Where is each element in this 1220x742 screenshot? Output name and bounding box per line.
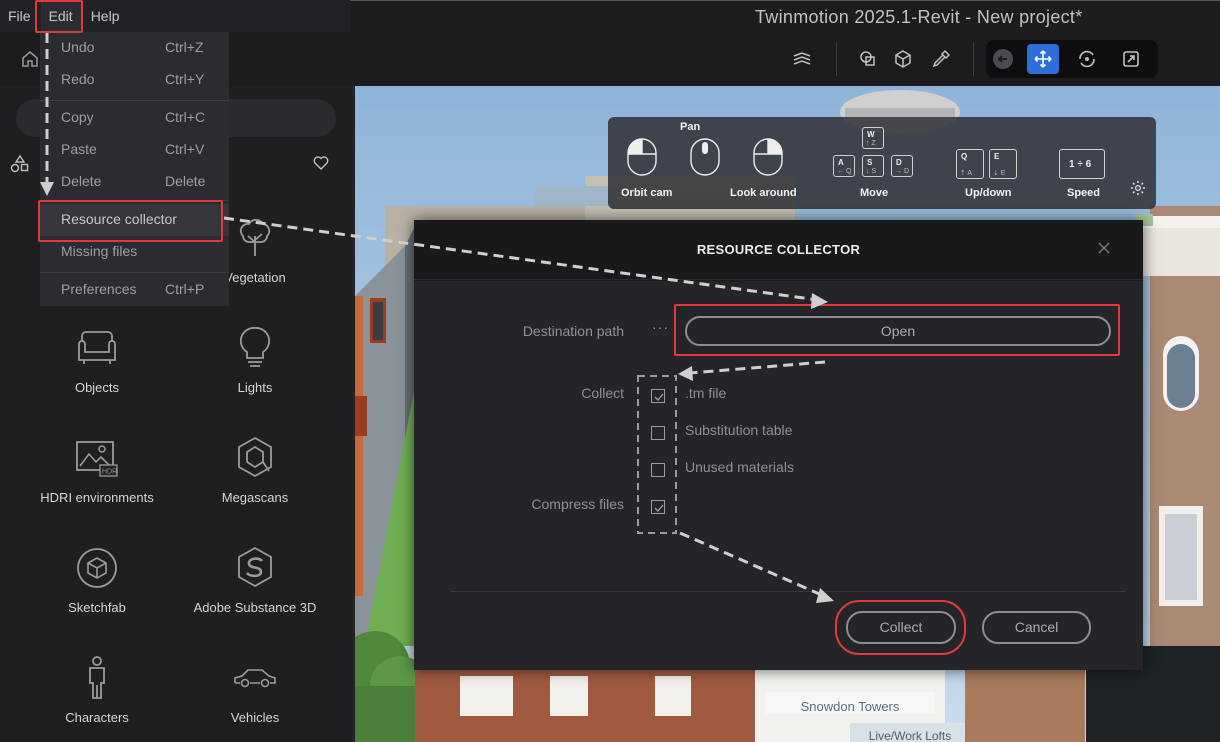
unused-materials-option-label: Unused materials: [685, 459, 794, 475]
library-tile-label: Objects: [74, 380, 120, 395]
dialog-title: RESOURCE COLLECTOR: [696, 242, 861, 257]
library-tile-megascans[interactable]: Megascans: [180, 432, 330, 532]
layers-icon[interactable]: [787, 44, 817, 74]
speed-key: 1 ÷ 6: [1059, 149, 1105, 179]
tm-file-option-label: .tm file: [685, 385, 727, 401]
library-tile-label: Vehicles: [230, 710, 280, 725]
annotation-open-path-highlight: [674, 304, 1120, 356]
fit-view-icon[interactable]: [1116, 44, 1146, 74]
compress-files-checkbox[interactable]: [651, 500, 665, 514]
collect-label: Collect: [581, 385, 624, 401]
back-arrow-icon[interactable]: [988, 44, 1018, 74]
person-icon: [22, 652, 172, 704]
nav-move-label: Move: [860, 187, 889, 199]
key-e: E ⇣ E: [989, 149, 1017, 179]
key-d: D → D: [891, 155, 913, 177]
window-title: Twinmotion 2025.1-Revit - New project*: [755, 7, 1083, 27]
heart-icon[interactable]: [312, 154, 330, 172]
title-bar: Twinmotion 2025.1-Revit - New project*: [350, 0, 1220, 32]
mouse-left-icon: [627, 138, 657, 176]
library-tile-sketchfab[interactable]: Sketchfab: [22, 542, 172, 642]
mouse-right-icon: [753, 138, 783, 176]
move-arrows-icon: [1034, 50, 1052, 68]
library-tile-characters[interactable]: Characters: [22, 652, 172, 742]
toolbar-separator: [836, 42, 837, 76]
menu-separator: [40, 100, 229, 101]
sketchfab-logo-icon: [22, 542, 172, 594]
resource-collector-dialog: RESOURCE COLLECTOR Destination path ··· …: [414, 220, 1143, 670]
menu-item-preferences[interactable]: Preferences Ctrl+P: [40, 274, 229, 306]
library-tile-objects[interactable]: Objects: [22, 322, 172, 422]
hdr-badge: HDR: [102, 469, 117, 476]
megascans-logo-icon: [180, 432, 330, 484]
key-s: S ↓ S: [862, 155, 884, 177]
dialog-divider: [450, 591, 1126, 592]
menu-separator: [40, 272, 229, 273]
library-tile-label: HDRI environments: [40, 490, 154, 505]
annotation-collect-button-highlight: [835, 600, 966, 655]
unused-materials-checkbox[interactable]: [651, 463, 665, 477]
hdri-image-icon: HDR: [22, 432, 172, 484]
close-icon[interactable]: [1097, 241, 1111, 255]
library-tile-label: Megascans: [221, 490, 289, 505]
library-tile-substance[interactable]: Adobe Substance 3D: [180, 542, 330, 642]
shapes-library-icon[interactable]: [10, 154, 30, 174]
menu-item-delete[interactable]: Delete Delete: [40, 166, 229, 198]
menu-item-paste[interactable]: Paste Ctrl+V: [40, 134, 229, 166]
annotation-resource-collector-highlight: [38, 200, 223, 242]
car-icon: [180, 652, 330, 704]
nav-speed-label: Speed: [1067, 187, 1101, 199]
library-tile-vehicles[interactable]: Vehicles: [180, 652, 330, 742]
compress-files-label: Compress files: [531, 496, 624, 512]
substitution-table-option-label: Substitution table: [685, 422, 793, 438]
menu-item-copy[interactable]: Copy Ctrl+C: [40, 102, 229, 134]
nav-look-label: Look around: [730, 187, 797, 199]
cancel-button[interactable]: Cancel: [982, 611, 1091, 644]
annotation-edit-menu-highlight: [35, 0, 83, 33]
dialog-header: RESOURCE COLLECTOR: [414, 220, 1143, 280]
building-sign-2: Live/Work Lofts: [869, 729, 951, 742]
library-tile-hdri[interactable]: HDR HDRI environments: [22, 432, 172, 532]
mouse-middle-icon: [690, 138, 720, 176]
nav-pan-label: Pan: [680, 121, 701, 133]
key-q: Q ⇡ A: [956, 149, 984, 179]
lightbulb-icon: [180, 322, 330, 374]
menu-file[interactable]: File: [0, 0, 39, 32]
destination-path-label: Destination path: [522, 323, 624, 339]
library-tile-label: Adobe Substance 3D: [193, 600, 317, 615]
substitution-table-checkbox[interactable]: [651, 426, 665, 440]
nav-updown-label: Up/down: [965, 187, 1012, 199]
menu-help[interactable]: Help: [83, 0, 128, 32]
more-options-icon[interactable]: ···: [652, 319, 669, 335]
orbit-icon[interactable]: [1072, 44, 1102, 74]
key-a: A ← Q: [833, 155, 855, 177]
sofa-icon: [22, 322, 172, 374]
library-tile-lights[interactable]: Lights: [180, 322, 330, 422]
cube-icon[interactable]: [888, 44, 918, 74]
menu-item-redo[interactable]: Redo Ctrl+Y: [40, 64, 229, 96]
library-tile-label: Characters: [65, 710, 129, 725]
key-w: W ↑ Z: [862, 127, 884, 149]
shapes-icon[interactable]: [853, 44, 883, 74]
edit-menu-dropdown: Undo Ctrl+Z Redo Ctrl+Y Copy Ctrl+C Paste Ct…: [40, 32, 229, 306]
library-tile-label: Lights: [237, 380, 273, 395]
substance-logo-icon: [180, 542, 330, 594]
move-mode-button[interactable]: [1027, 44, 1059, 74]
navigation-help-overlay: Pan Orbit cam Look around W ↑ Z A ← Q S ↓ S…: [608, 117, 1156, 209]
building-sign-1: Snowdon Towers: [801, 699, 900, 714]
tm-file-checkbox[interactable]: [651, 389, 665, 403]
menu-item-undo[interactable]: Undo Ctrl+Z: [40, 32, 229, 64]
top-bar: File Edit Help Twinmotion 2025.1-Revit -…: [0, 0, 1220, 32]
navigation-mode-group: [986, 40, 1158, 78]
toolbar-separator: [973, 42, 974, 76]
nav-orbit-label: Orbit cam: [621, 187, 673, 199]
library-tile-label: Sketchfab: [68, 600, 126, 615]
eyedropper-icon[interactable]: [926, 44, 956, 74]
settings-gear-icon[interactable]: [1130, 180, 1146, 196]
